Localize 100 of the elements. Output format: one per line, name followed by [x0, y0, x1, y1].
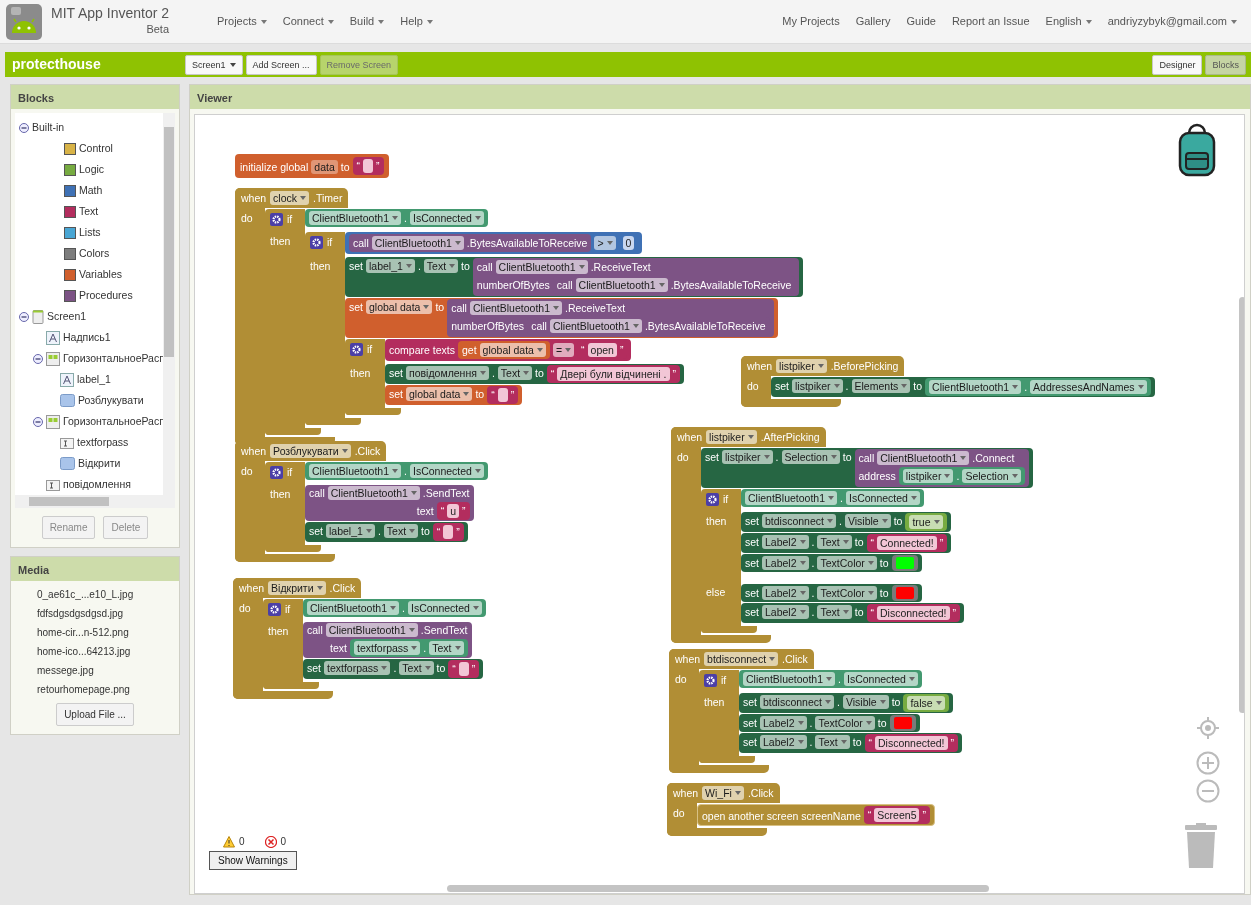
dropdown-field[interactable]: listpiker	[776, 359, 827, 373]
dropdown-field[interactable]: >	[594, 236, 616, 250]
dropdown-field[interactable]: listpiker	[902, 469, 954, 483]
tree-item[interactable]: Colors	[79, 245, 110, 262]
dropdown-field[interactable]: listpiker	[792, 379, 843, 393]
tree-item[interactable]: Screen1	[47, 308, 87, 325]
dropdown-field[interactable]: Visible	[842, 695, 889, 709]
tree-item[interactable]: Lists	[79, 224, 101, 241]
tree-item[interactable]: Розблукувати	[78, 392, 144, 409]
tree-item[interactable]: Control	[79, 140, 113, 157]
string-value-field[interactable]: Disconnected!	[875, 736, 948, 750]
dropdown-field[interactable]: ClientBluetooth1	[309, 464, 402, 478]
dropdown-field[interactable]: Visible	[844, 514, 891, 528]
dropdown-field[interactable]: Label2	[762, 556, 809, 570]
menu-item[interactable]: Build	[341, 13, 393, 30]
tree-item[interactable]: label_1	[77, 371, 111, 388]
string-value-field[interactable]: Двері були відчинені .	[557, 367, 670, 381]
string-value-field[interactable]: open	[587, 343, 617, 357]
dropdown-field[interactable]: Label2	[762, 535, 809, 549]
string-value-field[interactable]: Disconnected!	[877, 606, 950, 620]
dropdown-field[interactable]: ClientBluetooth1	[469, 301, 562, 315]
dropdown-field[interactable]: btdisconnect	[762, 514, 836, 528]
number-field[interactable]: 0	[622, 236, 635, 250]
menu-item[interactable]: andriyzybyk@gmail.com	[1099, 13, 1245, 30]
dropdown-field[interactable]: label_1	[326, 524, 375, 538]
dropdown-field[interactable]: ClientBluetooth1	[309, 211, 402, 225]
string-value-field[interactable]: Connected!	[877, 536, 937, 550]
dropdown-field[interactable]: IsConnected	[408, 601, 482, 615]
string-value-field[interactable]: Screen5	[874, 808, 920, 822]
color-swatch[interactable]	[895, 557, 914, 569]
nav-link[interactable]: My Projects	[774, 13, 848, 30]
menu-item[interactable]: Help	[392, 13, 441, 30]
dropdown-field[interactable]: TextColor	[817, 586, 877, 600]
dropdown-field[interactable]: Розблукувати	[270, 444, 351, 458]
nav-link[interactable]: Guide	[898, 13, 944, 30]
dropdown-field[interactable]: Відкрити	[268, 581, 326, 595]
dropdown-field[interactable]: Selection	[781, 450, 840, 464]
tree-item[interactable]: повідомлення	[63, 476, 131, 493]
dropdown-field[interactable]: повідомлення	[406, 366, 489, 380]
string-value-field[interactable]	[497, 388, 508, 402]
dropdown-field[interactable]: ClientBluetooth1	[549, 319, 642, 333]
upload-button[interactable]: Upload File ...	[56, 703, 134, 726]
dropdown-field[interactable]: ClientBluetooth1	[929, 380, 1022, 394]
dropdown-field[interactable]: label_1	[366, 259, 415, 273]
dropdown-field[interactable]: global data	[479, 343, 546, 357]
tree-item[interactable]: textforpass	[77, 434, 129, 451]
screen-dropdown[interactable]: Screen1	[185, 54, 243, 75]
collapse-icon[interactable]	[19, 122, 29, 133]
dropdown-field[interactable]: ClientBluetooth1	[877, 451, 970, 465]
nav-link[interactable]: Gallery	[847, 13, 899, 30]
dropdown-field[interactable]: ClientBluetooth1	[495, 260, 588, 274]
dropdown-field[interactable]: Selection	[962, 469, 1021, 483]
tree-item[interactable]: Відкрити	[78, 455, 121, 472]
dropdown-field[interactable]: Label2	[762, 605, 809, 619]
dropdown-field[interactable]: Text	[423, 259, 459, 273]
dropdown-field[interactable]: Label2	[762, 586, 809, 600]
dropdown-field[interactable]: ClientBluetooth1	[371, 236, 464, 250]
dropdown-field[interactable]: Text	[817, 535, 852, 549]
tree-item[interactable]: Logic	[79, 161, 105, 178]
media-file[interactable]: messege.jpg	[11, 661, 179, 680]
tree-item[interactable]: Built-in	[32, 119, 65, 136]
dropdown-field[interactable]: Label2	[760, 716, 807, 730]
dropdown-field[interactable]: Text	[815, 735, 850, 749]
menu-item[interactable]: English	[1037, 13, 1100, 30]
string-value-field[interactable]	[458, 662, 469, 676]
dropdown-field[interactable]: Text	[497, 366, 533, 380]
dropdown-field[interactable]: textforpass	[354, 641, 421, 655]
dropdown-field[interactable]: IsConnected	[846, 491, 920, 505]
dropdown-field[interactable]: AddressesAndNames	[1030, 380, 1147, 394]
dropdown-field[interactable]: ClientBluetooth1	[575, 278, 668, 292]
dropdown-field[interactable]: global data	[406, 387, 473, 401]
dropdown-field[interactable]: listpiker	[706, 430, 757, 444]
dropdown-field[interactable]: listpiker	[722, 450, 773, 464]
media-file[interactable]: retourhomepage.png	[11, 680, 179, 699]
media-file[interactable]: fdfsdgsdgsdgsd.jpg	[11, 604, 179, 623]
menu-item[interactable]: Connect	[274, 13, 342, 30]
dropdown-field[interactable]: false	[907, 696, 945, 710]
dropdown-field[interactable]: ClientBluetooth1	[743, 672, 836, 686]
tree-item[interactable]: Variables	[79, 266, 122, 283]
dropdown-field[interactable]: TextColor	[815, 716, 875, 730]
nav-link[interactable]: Report an Issue	[943, 13, 1038, 30]
dropdown-field[interactable]: Wi_Fi	[702, 786, 744, 800]
tree-item[interactable]: Надпись1	[63, 329, 111, 346]
dropdown-field[interactable]: clock	[270, 191, 310, 205]
string-value-field[interactable]	[363, 159, 373, 173]
dropdown-field[interactable]: IsConnected	[844, 672, 918, 686]
string-value-field[interactable]: u	[447, 504, 460, 518]
dropdown-field[interactable]: Text	[429, 641, 464, 655]
dropdown-field[interactable]: TextColor	[817, 556, 877, 570]
tree-item[interactable]: Math	[79, 182, 103, 199]
dropdown-field[interactable]: Text	[399, 661, 434, 675]
dropdown-field[interactable]: Elements	[851, 379, 911, 393]
color-swatch[interactable]	[895, 587, 914, 599]
tree-item[interactable]: Text	[79, 203, 99, 220]
tree-item[interactable]: Procedures	[79, 287, 133, 304]
dropdown-field[interactable]: btdisconnect	[760, 695, 834, 709]
dropdown-field[interactable]: ClientBluetooth1	[325, 623, 418, 637]
variable-name-field[interactable]: data	[311, 159, 338, 174]
dropdown-field[interactable]: ClientBluetooth1	[307, 601, 400, 615]
dropdown-field[interactable]: ClientBluetooth1	[745, 491, 838, 505]
